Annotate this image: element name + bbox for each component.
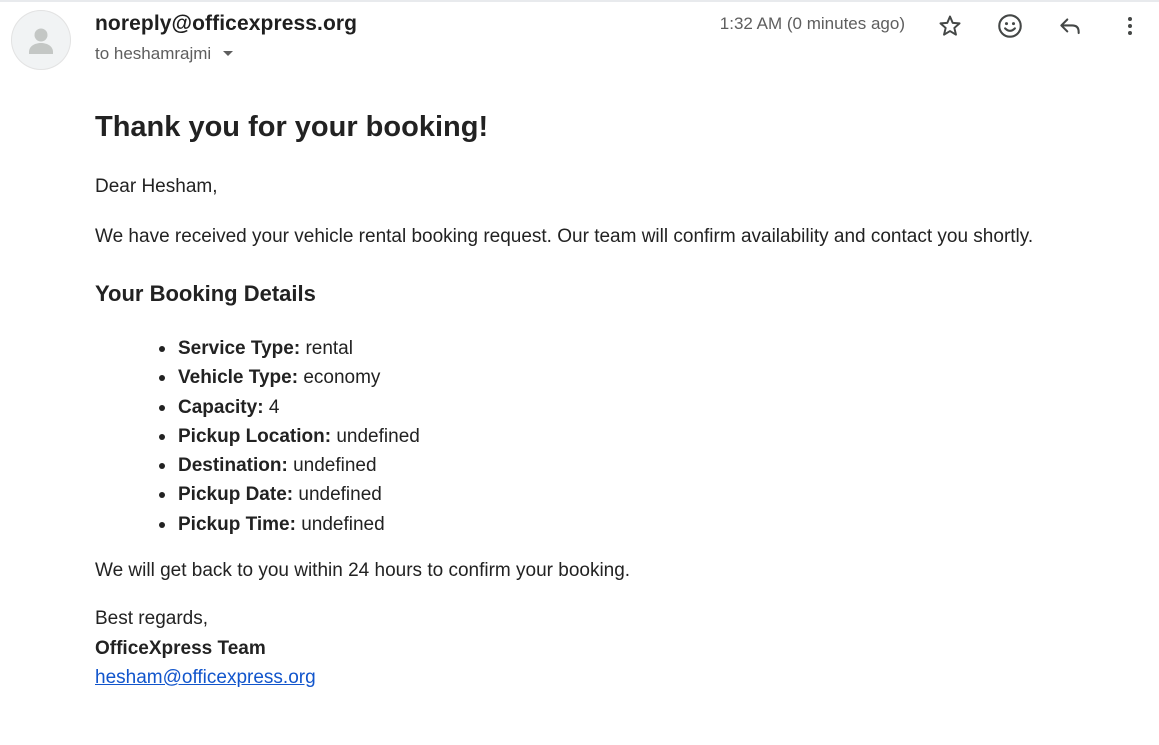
detail-label: Destination: [178,455,288,477]
details-heading: Your Booking Details [95,281,316,306]
star-icon [939,15,961,36]
sender-address: noreply@officexpress.org [95,12,358,35]
email-title: Thank you for your booking! [95,111,489,143]
detail-capacity: Capacity: 4 [159,393,420,422]
detail-value: undefined [293,455,377,477]
detail-label: Pickup Date: [178,484,294,506]
followup-paragraph: We will get back to you within 24 hours … [95,560,631,581]
detail-label: Capacity: [178,396,264,418]
detail-destination: Destination: undefined [159,451,420,480]
contact-email-link[interactable]: hesham@officexpress.org [95,666,316,690]
emoji-icon [998,14,1022,38]
team-signature: OfficeXpress Team [95,638,266,659]
detail-pickup-date: Pickup Date: undefined [159,480,420,509]
detail-vehicle-type: Vehicle Type: economy [159,363,420,392]
reply-button[interactable] [1052,8,1088,44]
detail-label: Vehicle Type: [178,367,299,389]
sender-avatar[interactable] [11,10,71,70]
greeting: Dear Hesham, [95,176,218,197]
detail-value: undefined [336,425,420,447]
recipient-row[interactable]: to heshamrajmi [95,44,236,64]
detail-label: Service Type: [178,338,301,359]
booking-details-list: Service Type: rental Vehicle Type: econo… [95,334,420,539]
show-details-button[interactable] [220,46,236,62]
more-vert-icon [1128,17,1132,35]
detail-value: undefined [298,484,382,506]
top-divider [0,0,1159,2]
detail-pickup-location: Pickup Location: undefined [159,422,420,451]
signoff: Best regards, [95,608,208,629]
message-body: Thank you for your booking! Dear Hesham,… [95,108,1135,688]
detail-label: Pickup Location: [178,425,332,447]
add-reaction-button[interactable] [992,8,1028,44]
intro-paragraph: We have received your vehicle rental boo… [95,226,1034,247]
detail-service-type: Service Type: rental [159,334,420,363]
caret-down-icon [223,51,234,56]
detail-value: economy [303,367,381,389]
recipient-label: to heshamrajmi [95,44,212,63]
reply-icon [1060,18,1080,35]
more-options-button[interactable] [1112,8,1148,44]
detail-value: 4 [268,396,280,418]
detail-value: rental [305,338,353,359]
detail-value: undefined [301,513,385,535]
person-icon [29,28,53,54]
detail-label: Pickup Time: [178,513,296,535]
star-button[interactable] [932,8,968,44]
detail-pickup-time: Pickup Time: undefined [159,510,420,539]
message-timestamp: 1:32 AM (0 minutes ago) [719,14,905,33]
